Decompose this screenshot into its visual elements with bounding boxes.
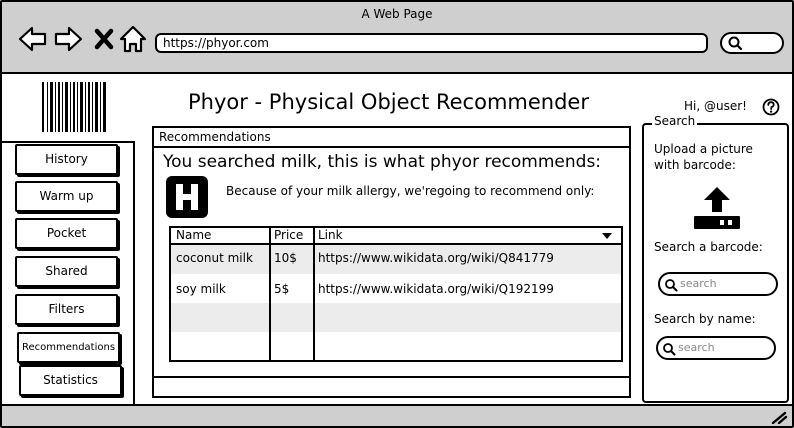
- back-icon[interactable]: [18, 24, 48, 54]
- browser-window: A Web Page https://phyor.com Phyor - Phy…: [0, 0, 794, 428]
- cell-name: coconut milk: [176, 251, 253, 265]
- barcode-search-input[interactable]: search: [658, 272, 778, 296]
- column-divider: [269, 228, 271, 360]
- close-icon[interactable]: [90, 24, 120, 54]
- cell-link[interactable]: https://www.wikidata.org/wiki/Q841779: [318, 251, 554, 265]
- name-search-input[interactable]: search: [656, 336, 776, 360]
- cell-price: 10$: [274, 251, 297, 265]
- sidebar-item-shared[interactable]: Shared: [15, 256, 118, 287]
- table-header: Name Price Link: [171, 228, 621, 245]
- cell-name: soy milk: [176, 282, 226, 296]
- sidebar-item-statistics[interactable]: Statistics: [19, 365, 122, 396]
- search-icon: [728, 36, 743, 51]
- home-icon[interactable]: [118, 24, 148, 54]
- column-header-name[interactable]: Name: [176, 228, 211, 242]
- column-header-link[interactable]: Link: [318, 228, 343, 242]
- sidebar: History Warm up Pocket Shared Filters Re…: [2, 141, 135, 406]
- search-icon: [663, 343, 676, 356]
- recommendation-message: You searched milk, this is what phyor re…: [163, 152, 602, 172]
- user-greeting[interactable]: Hi, @user!: [684, 99, 747, 113]
- help-icon[interactable]: [762, 98, 780, 116]
- table-row[interactable]: coconut milk 10$ https://www.wikidata.or…: [171, 245, 621, 274]
- column-header-price[interactable]: Price: [274, 228, 303, 242]
- sidebar-item-history[interactable]: History: [15, 144, 118, 175]
- recommendation-subtitle: Because of your milk allergy, we'regoing…: [226, 184, 595, 198]
- h-icon: [166, 176, 208, 218]
- browser-titlebar: A Web Page https://phyor.com: [2, 2, 792, 74]
- browser-search-box[interactable]: [720, 32, 784, 54]
- sidebar-item-pocket[interactable]: Pocket: [15, 218, 118, 249]
- panel-divider: [154, 376, 629, 378]
- table-row-empty: [171, 303, 621, 332]
- search-panel: Upload a picture with barcode: Search a …: [642, 123, 789, 403]
- name-search-label: Search by name:: [654, 312, 756, 326]
- sidebar-item-filters[interactable]: Filters: [15, 294, 118, 325]
- recommendations-panel-title: Recommendations: [154, 128, 629, 148]
- search-panel-title: Search: [652, 114, 698, 128]
- cell-link[interactable]: https://www.wikidata.org/wiki/Q192199: [318, 282, 554, 296]
- sidebar-item-warm-up[interactable]: Warm up: [15, 181, 118, 212]
- resize-grip-icon[interactable]: [770, 410, 788, 424]
- window-title: A Web Page: [361, 7, 433, 21]
- url-input[interactable]: https://phyor.com: [155, 33, 708, 53]
- status-bar: [2, 404, 792, 426]
- cell-price: 5$: [274, 282, 290, 296]
- barcode-search-placeholder: search: [680, 277, 717, 290]
- name-search-placeholder: search: [678, 341, 715, 354]
- column-divider: [313, 228, 315, 360]
- barcode-icon: [42, 82, 106, 132]
- recommendations-panel: Recommendations You searched milk, this …: [152, 126, 631, 398]
- upload-label: Upload a picture with barcode:: [654, 142, 753, 172]
- page-title: Phyor - Physical Object Recommender: [188, 90, 589, 114]
- sort-down-icon[interactable]: [601, 232, 613, 240]
- sidebar-item-recommendations[interactable]: Recommendations: [17, 332, 120, 363]
- table-row[interactable]: soy milk 5$ https://www.wikidata.org/wik…: [171, 274, 621, 303]
- barcode-search-label: Search a barcode:: [654, 240, 763, 254]
- forward-icon[interactable]: [53, 24, 83, 54]
- upload-icon[interactable]: [692, 185, 742, 230]
- search-icon: [665, 279, 678, 292]
- recommendations-table: Name Price Link coconut milk 10$ https:/…: [169, 226, 623, 362]
